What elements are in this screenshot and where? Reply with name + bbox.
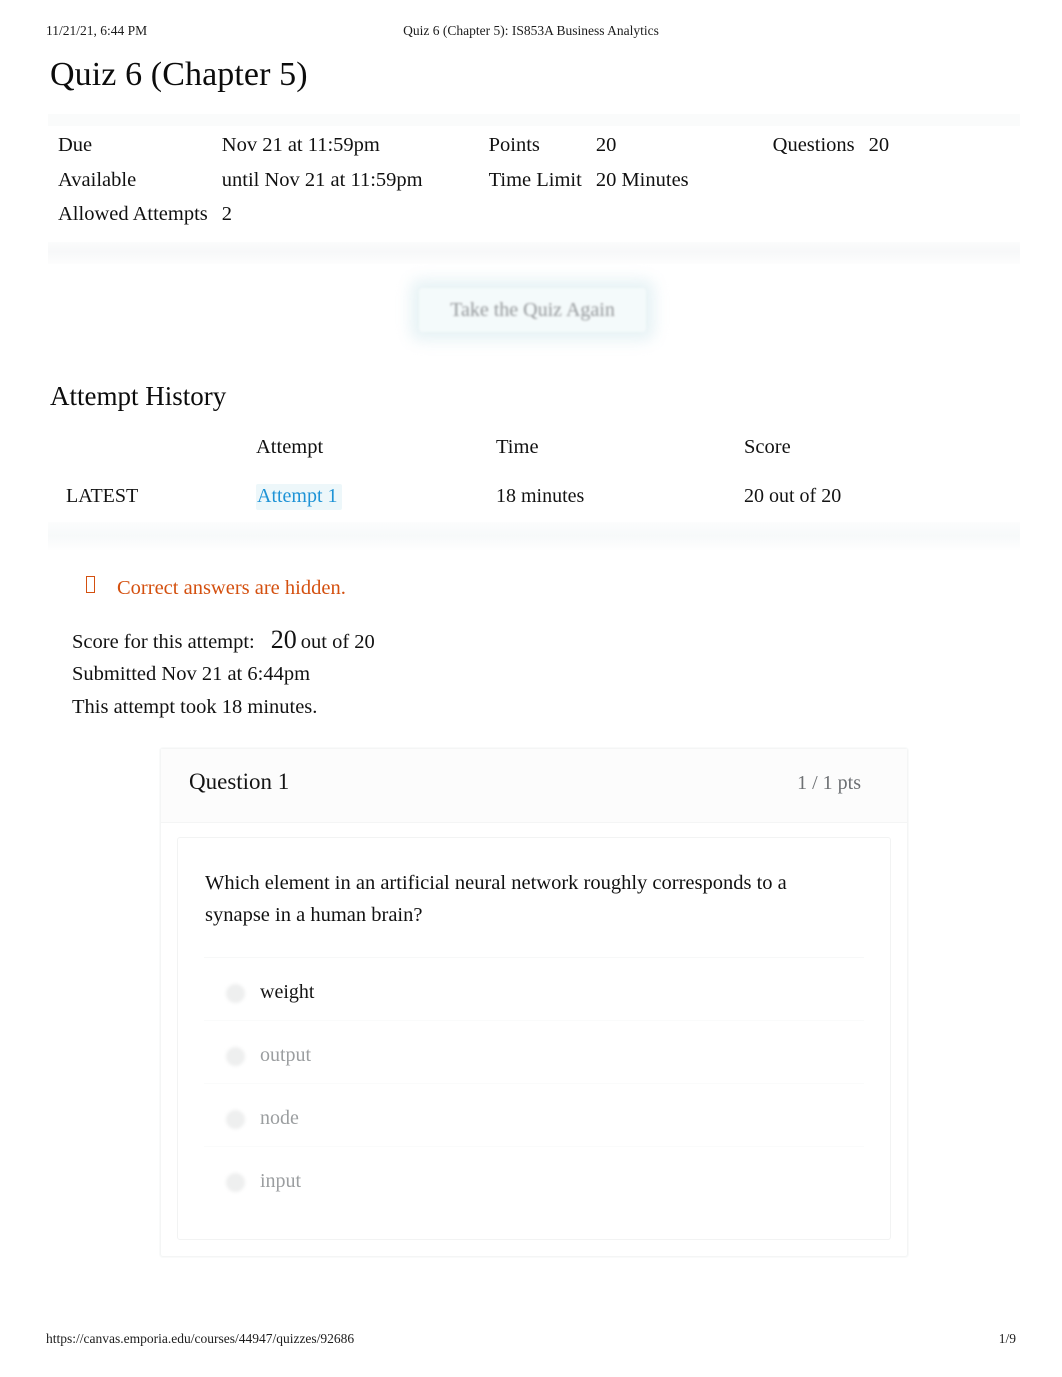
radio-icon[interactable] [226, 1173, 245, 1192]
column-header-score: Score [744, 435, 791, 458]
answers-list: weight output node input [204, 957, 864, 1209]
submitted-line: Submitted Nov 21 at 6:44pm [72, 663, 311, 685]
column-header-time: Time [496, 435, 539, 458]
page-title: Quiz 6 (Chapter 5) [50, 56, 308, 93]
radio-icon[interactable] [226, 984, 245, 1003]
hidden-answers-notice-text: Correct answers are hidden. [117, 576, 346, 599]
answer-label: node [260, 1107, 299, 1129]
quiz-details-table: Due Nov 21 at 11:59pm Points 20 Question… [58, 128, 889, 232]
radio-icon[interactable] [226, 1110, 245, 1129]
score-value: 20 [270, 624, 297, 654]
details-top-band [48, 114, 1020, 126]
print-header-title: Quiz 6 (Chapter 5): IS853A Business Anal… [403, 23, 659, 38]
attempt-score: 20 out of 20 [744, 484, 842, 507]
hidden-answers-notice: Correct answers are hidden. [0, 574, 1062, 602]
warning-icon [86, 575, 95, 593]
attempt-history-table: Attempt Time Score LATEST Attempt 1 18 m… [48, 436, 1026, 516]
answer-option-output[interactable]: output [204, 1020, 864, 1083]
attempt-history-divider [48, 521, 1020, 550]
details-divider [48, 241, 1020, 264]
duration-line: This attempt took 18 minutes. [72, 695, 318, 718]
answer-option-weight[interactable]: weight [204, 957, 864, 1020]
attempt-history-section: Attempt Time Score LATEST Attempt 1 18 m… [0, 436, 1062, 550]
page-content: Quiz 6 (Chapter 5) Due Nov 21 at 11:59pm… [0, 46, 1062, 723]
print-header: 11/21/21, 6:44 PM Quiz 6 (Chapter 5): IS… [0, 23, 1062, 43]
question-points: 1 / 1 pts [797, 772, 861, 794]
details-row: Available until Nov 21 at 11:59pm Time L… [58, 163, 889, 198]
take-quiz-again-button[interactable]: Take the Quiz Again [418, 286, 647, 333]
attempt-cell: Attempt 1 [256, 477, 496, 516]
answer-label: input [260, 1170, 302, 1192]
print-footer: https://canvas.emporia.edu/courses/44947… [0, 1331, 1062, 1351]
print-footer-url: https://canvas.emporia.edu/courses/44947… [46, 1331, 355, 1346]
details-timelimit-value: 20 Minutes [595, 168, 689, 191]
details-row: Allowed Attempts 2 [58, 197, 889, 232]
score-label: Score for this attempt: [72, 630, 255, 653]
details-points-value: 20 [595, 134, 617, 156]
details-questions-label: Questions [772, 134, 855, 156]
retake-section: Take the Quiz Again [0, 264, 1062, 376]
details-due-label: Due [58, 134, 93, 156]
score-line: Score for this attempt: 20 out of 20 [72, 624, 1062, 659]
column-header-attempt: Attempt [256, 435, 324, 458]
attempt-time: 18 minutes [496, 484, 585, 507]
question-card: Question 1 1 / 1 pts Which element in an… [160, 748, 908, 1257]
table-header-row: Attempt Time Score [48, 436, 1026, 477]
details-attempts-value: 2 [221, 203, 233, 225]
question-text: Which element in an artificial neural ne… [205, 872, 787, 926]
table-row: LATEST Attempt 1 18 minutes 20 out of 20 [48, 477, 1026, 516]
details-available-value: until Nov 21 at 11:59pm [221, 168, 423, 191]
quiz-details: Due Nov 21 at 11:59pm Points 20 Question… [0, 114, 1062, 264]
details-timelimit-label: Time Limit [488, 168, 582, 191]
details-due-value: Nov 21 at 11:59pm [221, 134, 380, 156]
answer-label: weight [260, 981, 315, 1003]
details-attempts-label: Allowed Attempts [58, 203, 208, 225]
print-footer-page: 1/9 [998, 1331, 1016, 1346]
answer-option-node[interactable]: node [204, 1083, 864, 1146]
details-points-label: Points [488, 134, 540, 156]
question-answers-box: Which element in an artificial neural ne… [177, 837, 891, 1240]
details-available-label: Available [58, 168, 137, 191]
score-out-of: out of 20 [300, 630, 375, 653]
question-card-header: Question 1 1 / 1 pts [161, 749, 907, 823]
answer-label: output [260, 1044, 312, 1066]
column-header-kept [48, 436, 256, 477]
attempt-summary: Score for this attempt: 20 out of 20 Submi… [0, 624, 1062, 724]
attempt-kept-badge: LATEST [66, 484, 139, 507]
question-card-body: Which element in an artificial neural ne… [161, 823, 907, 1256]
radio-icon[interactable] [226, 1047, 245, 1066]
answer-option-input[interactable]: input [204, 1146, 864, 1209]
details-row: Due Nov 21 at 11:59pm Points 20 Question… [58, 128, 889, 163]
attempt-1-link[interactable]: Attempt 1 [256, 483, 342, 510]
question-name: Question 1 [189, 769, 290, 794]
details-questions-value: 20 [868, 134, 890, 156]
attempt-history-heading: Attempt History [50, 380, 227, 411]
